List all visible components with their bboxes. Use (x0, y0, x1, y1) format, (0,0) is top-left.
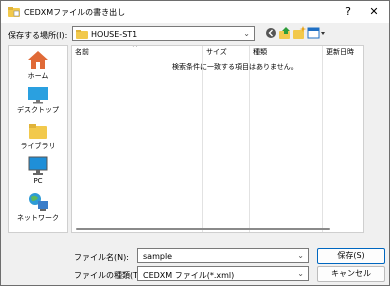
column-divider (322, 46, 323, 232)
chevron-down-icon: ⌄ (243, 29, 250, 38)
chevron-down-icon[interactable]: ⌄ (297, 251, 304, 260)
save-location-value: HOUSE-ST1 (91, 30, 138, 39)
folder-icon (76, 30, 88, 39)
network-icon (29, 193, 48, 211)
place-home[interactable]: ホーム (9, 50, 67, 81)
file-type-value: CEDXM ファイル(*.xml) (143, 271, 235, 280)
save-location-dropdown[interactable]: HOUSE-ST1 ⌄ (72, 26, 255, 41)
pc-icon (28, 156, 48, 175)
empty-list-message: 検索条件に一致する項目はありません。 (172, 63, 298, 71)
column-divider (249, 46, 250, 232)
place-library[interactable]: ライブラリ (9, 122, 67, 151)
save-button[interactable]: 保存(S) (317, 248, 385, 264)
place-desktop[interactable]: デスクトップ (9, 86, 67, 115)
home-icon (28, 51, 48, 69)
save-location-label: 保存する場所(I): (8, 31, 68, 40)
window-title: CEDXMファイルの書き出し (24, 8, 126, 17)
column-header-type[interactable]: 種類 (250, 46, 322, 58)
new-folder-icon[interactable] (291, 25, 307, 41)
desktop-icon (28, 87, 48, 104)
file-type-label: ファイルの種類(T): (74, 271, 144, 280)
horizontal-scrollbar[interactable] (72, 226, 363, 232)
cancel-button[interactable]: キャンセル (317, 266, 385, 282)
place-home-label: ホーム (27, 72, 49, 80)
save-dialog: CEDXMファイルの書き出し ? ✕ 保存する場所(I): HOUSE-ST1 … (0, 0, 390, 286)
file-type-dropdown[interactable]: CEDXM ファイル(*.xml) ⌄ (137, 266, 309, 281)
file-name-label: ファイル名(N): (74, 253, 129, 262)
place-network[interactable]: ネットワーク (9, 192, 67, 223)
file-name-value: sample (143, 252, 173, 261)
file-name-input[interactable]: sample ⌄ (137, 248, 309, 263)
close-button[interactable]: ✕ (361, 1, 387, 23)
sort-ascending-icon: ^ (132, 45, 138, 52)
title-bar: CEDXMファイルの書き出し ? ✕ (1, 1, 389, 23)
app-icon (8, 7, 20, 17)
file-list[interactable]: 名前 ^ サイズ 種類 更新日時 検索条件に一致する項目はありません。 (71, 45, 364, 233)
view-menu-icon[interactable] (306, 25, 326, 41)
column-header-modified[interactable]: 更新日時 (323, 46, 363, 58)
place-pc-label: PC (33, 177, 43, 185)
place-desktop-label: デスクトップ (17, 106, 59, 114)
column-header-size[interactable]: サイズ (203, 46, 249, 58)
place-pc[interactable]: PC (9, 156, 67, 185)
place-network-label: ネットワーク (17, 214, 59, 222)
scrollbar-thumb[interactable] (76, 228, 330, 230)
help-button[interactable]: ? (335, 1, 361, 23)
places-bar: ホーム デスクトップ ライブラリ PC ネットワーク (8, 45, 68, 233)
column-divider (202, 46, 203, 232)
place-library-label: ライブラリ (20, 142, 56, 150)
chevron-down-icon: ⌄ (297, 269, 304, 278)
library-icon (29, 124, 47, 139)
